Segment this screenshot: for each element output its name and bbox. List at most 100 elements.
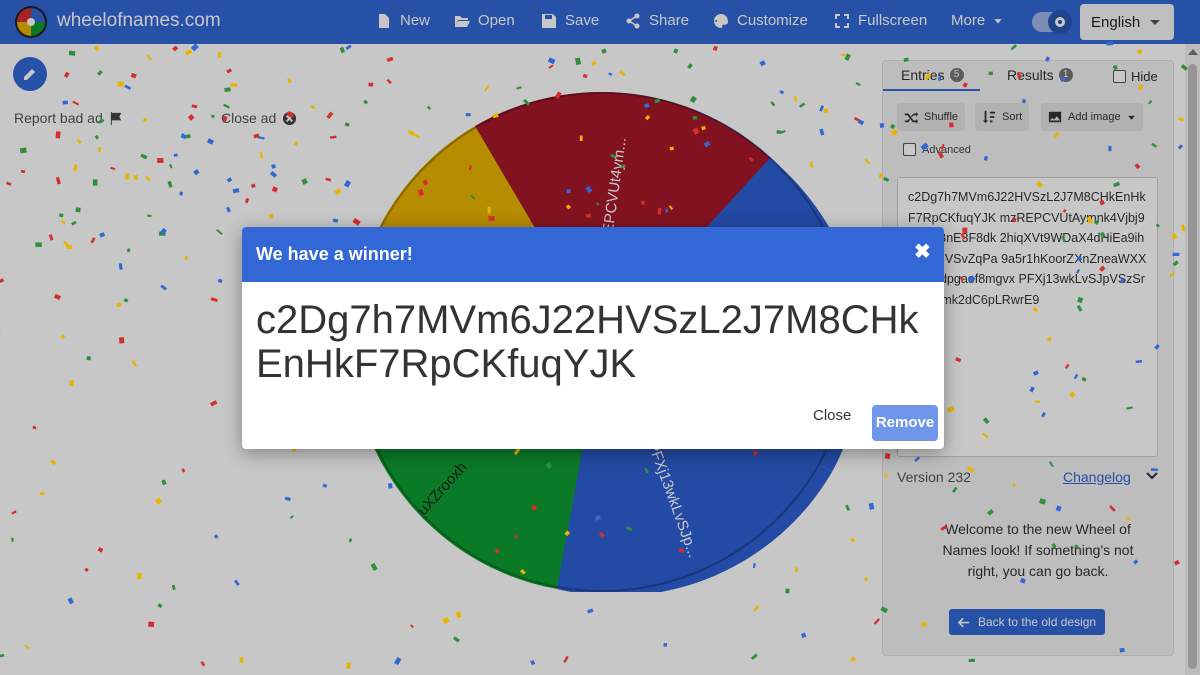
confetti-piece [75,207,81,213]
confetti-piece [819,105,825,112]
confetti-piece [673,48,679,54]
confetti-piece [1021,98,1027,104]
confetti-piece [1154,344,1160,350]
confetti-piece [1064,363,1070,369]
confetti-piece [1178,116,1185,122]
confetti-piece [268,213,275,219]
confetti-piece [548,64,554,69]
confetti-piece [217,278,223,284]
confetti-piece [519,569,526,575]
confetti-piece [407,129,416,137]
confetti-piece [134,175,138,180]
confetti-piece [618,70,626,77]
confetti-piece [752,450,759,456]
confetti-piece [855,81,861,87]
confetti-piece [547,57,556,65]
confetti-piece [868,502,875,510]
confetti-piece [924,72,932,80]
confetti-piece [1151,142,1158,148]
confetti-piece [55,176,61,185]
confetti-piece [0,278,5,283]
confetti-piece [210,400,218,407]
confetti-piece [63,71,70,78]
confetti-piece [1077,296,1084,304]
winner-name: c2Dg7h7MVm6J22HVSzL2J7M8CHkEnHkF7RpCKfuq… [256,298,919,386]
confetti-piece [224,87,231,93]
confetti-piece [269,170,278,178]
remove-button[interactable]: Remove [872,405,938,441]
confetti-piece [488,216,495,221]
confetti-piece [125,173,130,180]
confetti-piece [1032,307,1039,313]
confetti-piece [348,538,353,543]
confetti-piece [565,204,572,210]
confetti-piece [1099,200,1105,206]
confetti-piece [1126,406,1133,410]
confetti-piece [952,486,958,493]
confetti-piece [1011,217,1017,223]
confetti-piece [1133,559,1139,565]
confetti-piece [259,152,263,159]
confetti-piece [67,597,74,605]
confetti-piece [988,71,993,76]
confetti-piece [325,177,332,182]
confetti-piece [339,46,346,54]
confetti-piece [712,45,718,52]
confetti-piece [173,153,178,157]
confetti-piece [232,188,240,194]
confetti-piece [19,147,27,154]
confetti-piece [845,504,851,512]
confetti-piece [344,122,350,127]
confetti-piece [967,275,976,284]
confetti-piece [799,102,806,108]
confetti-piece [1119,277,1125,284]
confetti-piece [1055,505,1062,512]
confetti-piece [566,189,571,194]
confetti-piece [410,624,414,629]
confetti-piece [545,462,553,470]
confetti-piece [1108,145,1112,152]
confetti-piece [157,158,164,163]
confetti-piece [171,584,176,591]
confetti-piece [644,114,651,121]
confetti-piece [422,179,429,186]
confetti-piece [1112,64,1118,71]
confetti-piece [55,131,61,139]
confetti-piece [987,509,994,516]
confetti-piece [226,177,233,183]
confetti-piece [160,284,167,291]
confetti-piece [223,103,230,109]
confetti-piece [579,135,583,141]
confetti-piece [60,219,66,225]
confetti-piece [1126,516,1131,521]
confetti-piece [213,534,219,539]
confetti-piece [513,534,519,539]
confetti-piece [345,44,352,51]
confetti-piece [84,567,89,572]
close-icon[interactable]: ✖ [914,239,931,264]
confetti-piece [701,125,707,131]
confetti-piece [793,95,798,102]
confetti-piece [185,134,191,139]
confetti-piece [110,166,116,171]
confetti-piece [692,127,700,135]
confetti-piece [849,537,855,543]
confetti-piece [234,579,240,586]
confetti-piece [1173,559,1180,566]
confetti-piece [284,496,291,502]
confetti-piece [1044,56,1051,62]
confetti-piece [119,337,125,344]
close-button[interactable]: Close [813,407,851,424]
confetti-piece [587,608,594,614]
confetti-piece [591,60,597,67]
confetti-piece [1032,370,1039,376]
confetti-piece [962,227,968,233]
confetti-piece [98,146,102,152]
confetti-piece [610,153,616,159]
confetti-piece [1086,215,1094,224]
confetti-piece [140,153,148,160]
confetti-piece [564,530,571,537]
confetti-piece [393,656,402,666]
confetti-piece [689,95,697,104]
confetti-piece [310,104,316,110]
